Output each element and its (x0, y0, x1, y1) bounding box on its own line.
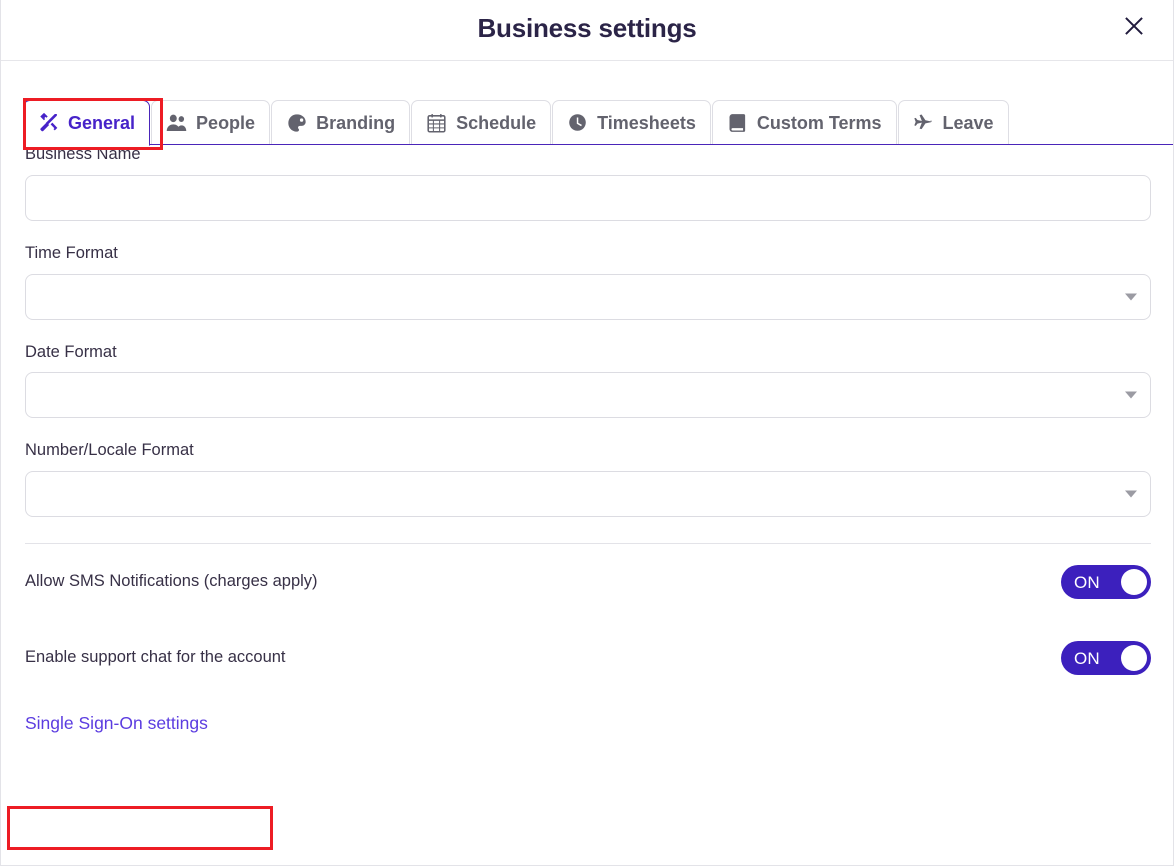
people-icon (166, 112, 187, 133)
row-sms-notifications: Allow SMS Notifications (charges apply) … (25, 544, 1151, 620)
time-format-select-wrap (25, 274, 1151, 320)
number-locale-format-select-wrap (25, 471, 1151, 517)
date-format-label: Date Format (25, 343, 1149, 363)
sms-notifications-toggle-state: ON (1074, 574, 1100, 591)
tab-branding[interactable]: Branding (271, 100, 410, 144)
settings-form: Business Name Time Format Date Format Nu… (1, 145, 1173, 865)
book-icon (727, 112, 748, 133)
business-name-label: Business Name (25, 145, 1149, 165)
tab-branding-label: Branding (316, 114, 395, 132)
support-chat-label: Enable support chat for the account (25, 648, 286, 668)
time-format-select[interactable] (25, 274, 1151, 320)
time-format-label: Time Format (25, 244, 1149, 264)
tab-schedule-label: Schedule (456, 114, 536, 132)
close-button[interactable] (1117, 9, 1151, 43)
spacer (25, 221, 1149, 244)
toggle-knob (1121, 645, 1147, 671)
modal-header: Business settings (1, 0, 1173, 61)
field-number-locale-format: Number/Locale Format (25, 441, 1149, 517)
tab-timesheets[interactable]: Timesheets (552, 100, 711, 144)
tab-custom-terms[interactable]: Custom Terms (712, 100, 897, 144)
toggle-knob (1121, 569, 1147, 595)
date-format-select-wrap (25, 372, 1151, 418)
number-locale-format-select[interactable] (25, 471, 1151, 517)
tab-general-label: General (68, 114, 135, 132)
sms-notifications-label: Allow SMS Notifications (charges apply) (25, 572, 318, 592)
sms-notifications-toggle[interactable]: ON (1061, 565, 1151, 599)
tab-leave-label: Leave (943, 114, 994, 132)
field-date-format: Date Format (25, 343, 1149, 419)
support-chat-toggle[interactable]: ON (1061, 641, 1151, 675)
tab-leave[interactable]: Leave (898, 100, 1009, 144)
tab-strip: General People (1, 61, 1173, 145)
tools-icon (38, 112, 59, 133)
field-business-name: Business Name (25, 145, 1149, 221)
tab-custom-terms-label: Custom Terms (757, 114, 882, 132)
tab-timesheets-label: Timesheets (597, 114, 696, 132)
single-sign-on-settings-link[interactable]: Single Sign-On settings (25, 715, 208, 733)
date-format-select[interactable] (25, 372, 1151, 418)
tab-people-label: People (196, 114, 255, 132)
field-time-format: Time Format (25, 244, 1149, 320)
palette-icon (286, 112, 307, 133)
page-title: Business settings (477, 15, 696, 41)
row-support-chat: Enable support chat for the account ON (25, 620, 1151, 696)
close-icon (1123, 15, 1145, 37)
airplane-icon (913, 112, 934, 133)
tab-schedule[interactable]: Schedule (411, 100, 551, 144)
tab-list: General People (23, 97, 1173, 145)
clock-icon (567, 112, 588, 133)
tab-general[interactable]: General (23, 100, 150, 146)
row-sso: Single Sign-On settings (25, 696, 1151, 752)
business-settings-modal: Business settings General (0, 0, 1174, 866)
tab-people[interactable]: People (151, 100, 270, 144)
calendar-icon (426, 112, 447, 133)
support-chat-toggle-state: ON (1074, 650, 1100, 667)
business-name-input[interactable] (25, 175, 1151, 221)
number-locale-format-label: Number/Locale Format (25, 441, 1149, 461)
spacer (25, 320, 1149, 343)
spacer (25, 418, 1149, 441)
